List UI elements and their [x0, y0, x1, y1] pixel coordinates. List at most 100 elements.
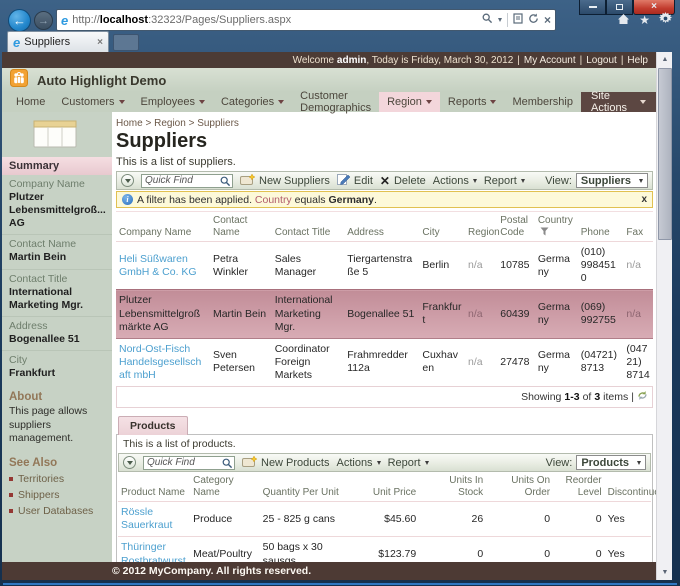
app-logo-icon [10, 69, 28, 92]
logout-link[interactable]: Logout [586, 55, 617, 66]
filter-close-button[interactable]: x [641, 194, 647, 205]
toolbar-expand-button[interactable] [121, 174, 134, 187]
column-header-city[interactable]: City [419, 212, 465, 242]
scroll-up-icon[interactable]: ▲ [658, 52, 672, 67]
column-header-country[interactable]: Country [535, 212, 578, 242]
main-content: Home > Region > Suppliers Suppliers This… [112, 112, 656, 562]
column-header-units-on-order[interactable]: Units On Order [486, 472, 553, 502]
help-link[interactable]: Help [627, 55, 648, 66]
column-header-unit-price[interactable]: Unit Price [357, 472, 419, 502]
column-header-address[interactable]: Address [344, 212, 419, 242]
see-also-link-shippers[interactable]: Shippers [2, 487, 112, 503]
nav-item-region[interactable]: Region [379, 92, 440, 112]
column-header-contact-title[interactable]: Contact Title [272, 212, 344, 242]
new-tab-button[interactable] [113, 34, 139, 51]
column-header-label: Units In Stock [449, 475, 483, 498]
browser-scrollbar[interactable]: ▲ ▼ [656, 52, 672, 580]
nav-item-customer-demographics[interactable]: Customer Demographics [292, 92, 379, 112]
stop-icon[interactable]: × [544, 15, 551, 25]
breadcrumb-item[interactable]: Home [116, 118, 143, 129]
site-actions-button[interactable]: Site Actions [581, 92, 656, 112]
address-bar[interactable]: e http://localhost:32323/Pages/Suppliers… [56, 9, 556, 31]
column-header-phone[interactable]: Phone [578, 212, 624, 242]
search-icon[interactable] [222, 458, 233, 472]
actions-menu-button[interactable]: Actions [336, 457, 380, 469]
back-button[interactable]: ← [8, 9, 31, 32]
nav-item-categories[interactable]: Categories [213, 92, 292, 112]
toolbar-expand-button[interactable] [123, 456, 136, 469]
site-actions-label: Site Actions [591, 90, 635, 114]
favorites-star-icon[interactable]: ★ [639, 13, 650, 27]
table-cell: 27478 [497, 338, 535, 386]
table-row[interactable]: Thüringer RostbratwurstMeat/Poultry50 ba… [118, 537, 651, 562]
see-also-link-user-databases[interactable]: User Databases [2, 503, 112, 519]
column-header-reorder-level[interactable]: Reorder Level [553, 472, 604, 502]
about-header: About [2, 384, 112, 405]
table-row[interactable]: Heli Süßwaren GmbH & Co. KGPetra Winkler… [116, 242, 653, 290]
search-dropdown-icon[interactable] [498, 18, 502, 22]
new-products-button[interactable]: New Products [242, 456, 329, 470]
table-row[interactable]: Plutzer Lebensmittelgroßmärkte AGMartin … [116, 290, 653, 338]
table-cell[interactable]: Heli Süßwaren GmbH & Co. KG [116, 242, 210, 290]
forward-button[interactable]: → [34, 11, 53, 30]
table-row[interactable]: Nord-Ost-Fisch Handelsgesellschaft mbHSv… [116, 338, 653, 386]
table-cell: Tiergartenstraße 5 [344, 242, 419, 290]
column-header-region[interactable]: Region [465, 212, 497, 242]
table-cell[interactable]: Rössle Sauerkraut [118, 502, 190, 537]
see-also-link-territories[interactable]: Territories [2, 471, 112, 487]
actions-menu-button[interactable]: Actions [433, 175, 477, 187]
view-dropdown[interactable]: Suppliers [576, 173, 648, 188]
search-icon[interactable] [220, 176, 231, 190]
minimize-button[interactable] [579, 0, 606, 15]
column-header-label: Discontinued [608, 487, 656, 498]
view-dropdown[interactable]: Products [576, 455, 646, 470]
summary-field-value: International Marketing Mgr. [2, 286, 112, 316]
chevron-down-icon [425, 461, 429, 465]
table-cell: $123.79 [357, 537, 419, 562]
browser-tab-suppliers[interactable]: e Suppliers × [7, 31, 109, 52]
report-menu-button[interactable]: Report [388, 457, 429, 469]
report-menu-button[interactable]: Report [484, 175, 525, 187]
settings-gear-icon[interactable] [659, 12, 672, 28]
new-suppliers-button[interactable]: New Suppliers [240, 174, 330, 188]
column-header-label: Company Name [119, 227, 191, 238]
suppliers-toolbar: New Suppliers Edit ✕ Delete Actions [116, 171, 653, 190]
tab-products[interactable]: Products [118, 416, 188, 435]
home-icon[interactable] [617, 13, 630, 28]
column-header-company-name[interactable]: Company Name [116, 212, 210, 242]
column-header-fax[interactable]: Fax [623, 212, 653, 242]
search-icon[interactable] [482, 13, 493, 27]
table-row[interactable]: Rössle SauerkrautProduce25 - 825 g cans$… [118, 502, 651, 537]
column-header-product-name[interactable]: Product Name [118, 472, 190, 502]
column-header-postal-code[interactable]: Postal Code [497, 212, 535, 242]
compatibility-view-icon[interactable] [513, 13, 523, 27]
refresh-icon[interactable] [528, 13, 539, 27]
nav-item-reports[interactable]: Reports [440, 92, 505, 112]
edit-button[interactable]: Edit [337, 173, 373, 188]
table-cell: (04721) 8714 [623, 338, 653, 386]
column-header-discontinued[interactable]: Discontinued [605, 472, 651, 502]
scrollbar-thumb[interactable] [658, 68, 672, 240]
report-label: Report [388, 457, 421, 469]
table-cell[interactable]: Thüringer Rostbratwurst [118, 537, 190, 562]
tab-close-icon[interactable]: × [97, 37, 103, 48]
nav-item-customers[interactable]: Customers [53, 92, 132, 112]
my-account-link[interactable]: My Account [524, 55, 576, 66]
table-cell[interactable]: Plutzer Lebensmittelgroßmärkte AG [116, 290, 210, 338]
column-header-label: Address [347, 227, 384, 238]
nav-item-employees[interactable]: Employees [133, 92, 213, 112]
table-cell[interactable]: Nord-Ost-Fisch Handelsgesellschaft mbH [116, 338, 210, 386]
nav-item-home[interactable]: Home [8, 92, 53, 112]
scroll-down-icon[interactable]: ▼ [658, 565, 672, 580]
nav-item-membership[interactable]: Membership [504, 92, 581, 112]
column-header-contact-name[interactable]: Contact Name [210, 212, 272, 242]
refresh-list-icon[interactable] [637, 390, 648, 404]
delete-button[interactable]: ✕ Delete [380, 175, 426, 187]
browser-nav-buttons: ← → [8, 9, 53, 32]
breadcrumb-item[interactable]: Region [154, 118, 186, 129]
bullet-icon [9, 477, 13, 481]
column-header-quantity-per-unit[interactable]: Quantity Per Unit [260, 472, 358, 502]
column-header-units-in-stock[interactable]: Units In Stock [419, 472, 486, 502]
actions-label: Actions [336, 457, 372, 469]
column-header-category-name[interactable]: Category Name [190, 472, 260, 502]
